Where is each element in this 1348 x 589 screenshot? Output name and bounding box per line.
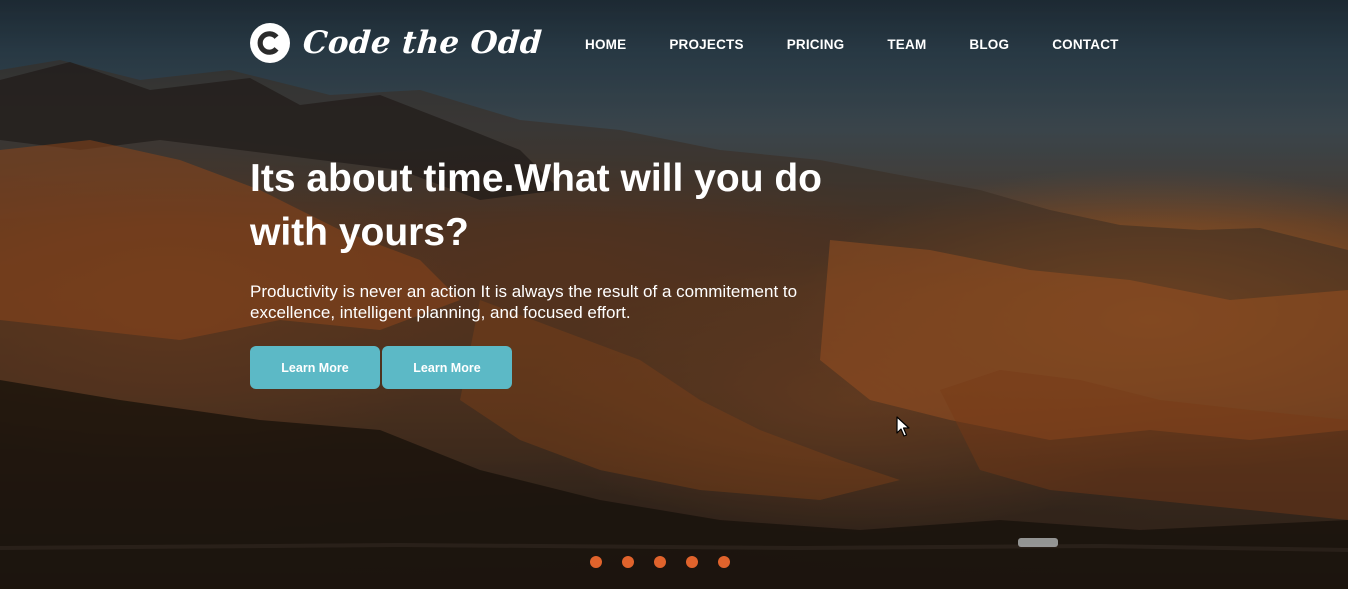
slider-dot[interactable] [654,556,666,568]
mouse-pointer-icon [896,416,910,437]
c-circle-logo-icon [250,23,290,63]
learn-more-button-secondary[interactable]: Learn More [382,346,512,389]
slider-dot[interactable] [686,556,698,568]
brand-name: Code the Odd [301,25,544,61]
nav-item-blog[interactable]: BLOG [969,37,1009,53]
learn-more-button-primary[interactable]: Learn More [250,346,380,389]
nav-item-team[interactable]: TEAM [887,37,926,53]
nav-item-pricing[interactable]: PRICING [787,37,845,53]
main-menu: HOME PROJECTS PRICING TEAM BLOG CONTACT [585,37,1119,53]
slider-dot[interactable] [590,556,602,568]
slider-dot[interactable] [622,556,634,568]
hero-title: Its about time.What will you do with you… [250,157,822,254]
hero-subtitle: Productivity is never an action It is al… [250,282,798,322]
top-navigation: Code the Odd HOME PROJECTS PRICING TEAM … [0,0,1348,90]
slider-dot[interactable] [718,556,730,568]
nav-item-contact[interactable]: CONTACT [1052,37,1118,53]
nav-item-projects[interactable]: PROJECTS [669,37,743,53]
nav-item-home[interactable]: HOME [585,37,626,53]
slider-pagination [590,556,730,568]
brand-logo[interactable]: Code the Odd [250,23,544,63]
